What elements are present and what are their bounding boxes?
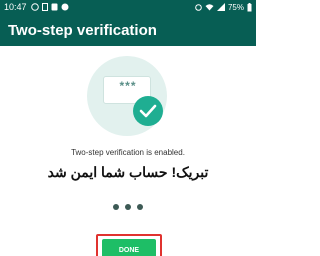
chat-notification-icon (30, 3, 39, 11)
main-content: *** Two-step verification is enabled. تب… (0, 46, 256, 256)
sim-icon (41, 3, 48, 11)
signal-icon (216, 3, 225, 11)
status-bar: 10:47 75% (0, 0, 256, 14)
status-time: 10:47 (4, 2, 27, 12)
password-mask: *** (119, 79, 137, 93)
page-dot (137, 204, 143, 210)
page-dot (113, 204, 119, 210)
alarm-icon (195, 3, 202, 11)
page-indicator (0, 204, 256, 210)
app-icon (61, 3, 69, 11)
battery-icon (247, 2, 252, 12)
page-dot (125, 204, 131, 210)
battery-percent: 75% (227, 2, 244, 12)
done-button-highlight: DONE (96, 234, 162, 256)
notification-icon (51, 3, 58, 11)
congratulations-message: تبریک! حساب شما ایمن شد (47, 164, 209, 180)
wifi-icon (205, 3, 214, 11)
done-button[interactable]: DONE (102, 239, 156, 256)
status-message: Two-step verification is enabled. (71, 148, 185, 157)
app-bar: Two-step verification (0, 14, 256, 46)
check-icon (133, 96, 163, 126)
page-title: Two-step verification (8, 21, 157, 39)
